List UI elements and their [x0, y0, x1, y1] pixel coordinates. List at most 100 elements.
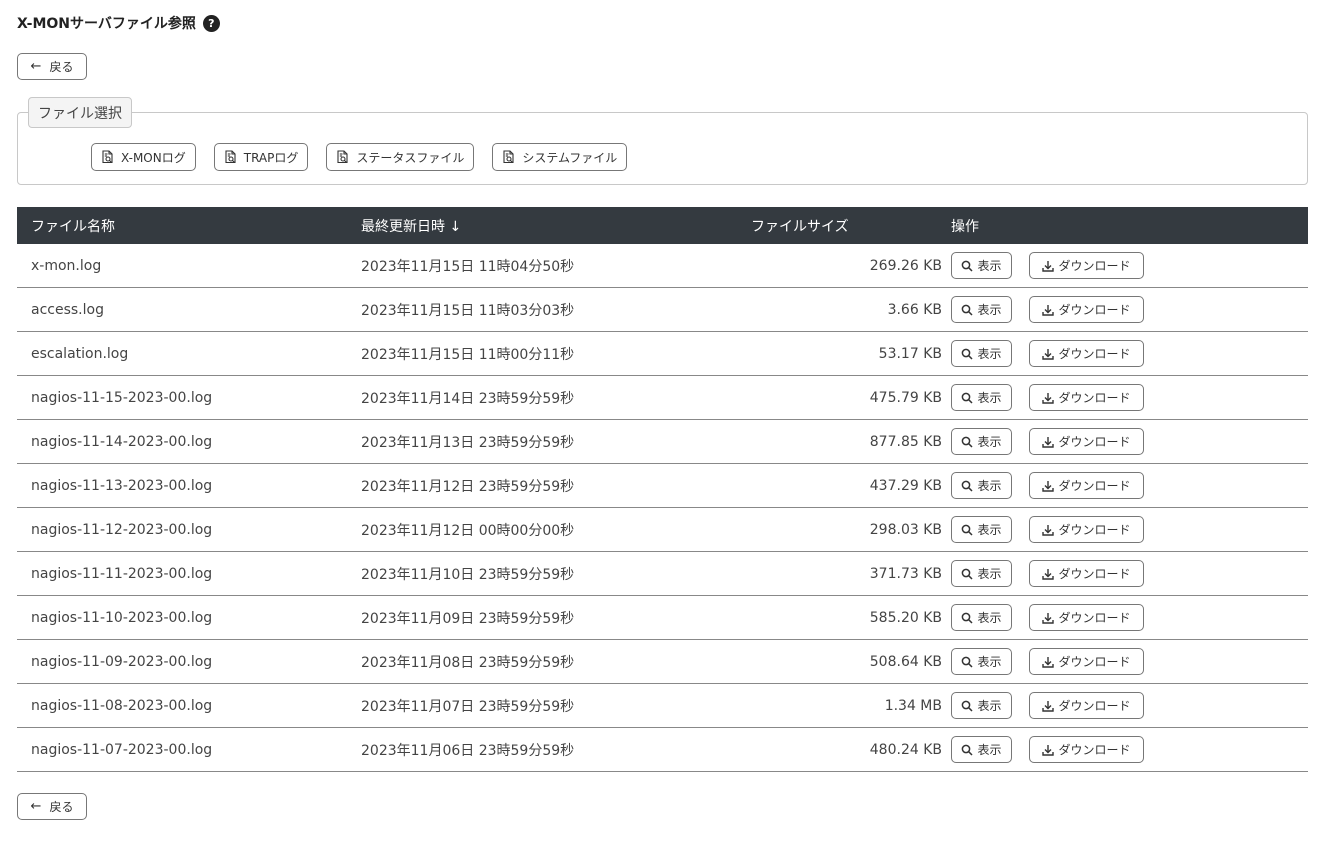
view-button[interactable]: 表示 — [951, 384, 1012, 411]
table-body: x-mon.log 2023年11月15日 11時04分50秒 269.26 KB 表… — [17, 244, 1308, 772]
view-button[interactable]: 表示 — [951, 428, 1012, 455]
download-button-label: ダウンロード — [1058, 611, 1131, 625]
header-file-size[interactable]: ファイルサイズ — [751, 207, 849, 244]
table-header: ファイル名称 最終更新日時 ↓ ファイルサイズ 操作 — [17, 207, 1308, 244]
file-select-button-0[interactable]: X-MONログ — [91, 143, 196, 171]
document-search-icon — [502, 150, 522, 164]
download-button-label: ダウンロード — [1058, 743, 1131, 757]
last-updated-cell: 2023年11月13日 23時59分59秒 — [361, 434, 575, 451]
file-select-button-label: システムファイル — [522, 150, 618, 165]
download-button[interactable]: ダウンロード — [1029, 252, 1144, 279]
help-icon[interactable]: ? — [202, 14, 220, 32]
download-icon — [1042, 656, 1058, 668]
view-button-label: 表示 — [977, 611, 1002, 625]
download-button[interactable]: ダウンロード — [1029, 340, 1144, 367]
file-name-cell: nagios-11-13-2023-00.log — [31, 477, 213, 494]
download-icon — [1042, 480, 1058, 492]
last-updated-cell: 2023年11月06日 23時59分59秒 — [361, 742, 575, 759]
view-button[interactable]: 表示 — [951, 516, 1012, 543]
table-row: nagios-11-10-2023-00.log 2023年11月09日 23時5… — [17, 596, 1308, 640]
table-row: access.log 2023年11月15日 11時03分03秒 3.66 KB 表示… — [17, 288, 1308, 332]
file-select-button-2[interactable]: ステータスファイル — [326, 143, 475, 171]
search-icon — [961, 656, 977, 668]
document-search-icon — [101, 150, 121, 164]
arrow-left-icon: ← — [30, 799, 42, 814]
file-name-cell: nagios-11-14-2023-00.log — [31, 433, 213, 450]
file-size-cell: 371.73 KB — [869, 565, 942, 582]
view-button[interactable]: 表示 — [951, 736, 1012, 763]
download-icon — [1042, 612, 1058, 624]
file-name-cell: nagios-11-09-2023-00.log — [31, 653, 213, 670]
view-button[interactable]: 表示 — [951, 648, 1012, 675]
download-button[interactable]: ダウンロード — [1029, 604, 1144, 631]
file-select-button-label: ステータスファイル — [356, 150, 465, 165]
search-icon — [961, 744, 977, 756]
download-button[interactable]: ダウンロード — [1029, 428, 1144, 455]
download-button[interactable]: ダウンロード — [1029, 384, 1144, 411]
view-button[interactable]: 表示 — [951, 296, 1012, 323]
file-name-cell: nagios-11-12-2023-00.log — [31, 521, 213, 538]
file-name-cell: nagios-11-10-2023-00.log — [31, 609, 213, 626]
file-size-cell: 1.34 MB — [884, 697, 942, 714]
download-icon — [1042, 392, 1058, 404]
operations-cell: 表示 ダウンロード — [951, 420, 1144, 463]
document-search-icon — [336, 150, 356, 164]
last-updated-cell: 2023年11月12日 23時59分59秒 — [361, 478, 575, 495]
view-button-label: 表示 — [977, 347, 1002, 361]
file-size-cell: 475.79 KB — [869, 389, 942, 406]
view-button-label: 表示 — [977, 303, 1002, 317]
back-button-bottom[interactable]: ← 戻る — [17, 793, 87, 820]
file-name-cell: x-mon.log — [31, 257, 102, 274]
last-updated-cell: 2023年11月08日 23時59分59秒 — [361, 654, 575, 671]
download-button[interactable]: ダウンロード — [1029, 516, 1144, 543]
download-button[interactable]: ダウンロード — [1029, 736, 1144, 763]
operations-cell: 表示 ダウンロード — [951, 288, 1144, 331]
view-button-label: 表示 — [977, 655, 1002, 669]
last-updated-cell: 2023年11月09日 23時59分59秒 — [361, 610, 575, 627]
file-select-button-3[interactable]: システムファイル — [492, 143, 628, 171]
download-button[interactable]: ダウンロード — [1029, 472, 1144, 499]
download-button[interactable]: ダウンロード — [1029, 648, 1144, 675]
search-icon — [961, 348, 977, 360]
download-button-label: ダウンロード — [1058, 303, 1131, 317]
view-button[interactable]: 表示 — [951, 252, 1012, 279]
file-size-cell: 53.17 KB — [878, 345, 942, 362]
view-button[interactable]: 表示 — [951, 472, 1012, 499]
operations-cell: 表示 ダウンロード — [951, 640, 1144, 683]
file-selection-buttons: X-MONログ TRAPログ ステータスファイル システムファイル — [91, 143, 645, 171]
file-selection-legend: ファイル選択 — [28, 97, 132, 128]
download-icon — [1042, 744, 1058, 756]
view-button-label: 表示 — [977, 479, 1002, 493]
header-file-name[interactable]: ファイル名称 — [31, 207, 115, 244]
table-row: nagios-11-12-2023-00.log 2023年11月12日 00時0… — [17, 508, 1308, 552]
operations-cell: 表示 ダウンロード — [951, 244, 1144, 287]
file-name-cell: access.log — [31, 301, 104, 318]
last-updated-cell: 2023年11月07日 23時59分59秒 — [361, 698, 575, 715]
operations-cell: 表示 ダウンロード — [951, 596, 1144, 639]
view-button[interactable]: 表示 — [951, 604, 1012, 631]
file-select-button-label: TRAPログ — [243, 150, 299, 165]
download-button[interactable]: ダウンロード — [1029, 296, 1144, 323]
file-select-button-1[interactable]: TRAPログ — [213, 143, 309, 171]
view-button[interactable]: 表示 — [951, 560, 1012, 587]
back-button-label: 戻る — [49, 800, 74, 814]
view-button[interactable]: 表示 — [951, 692, 1012, 719]
download-button-label: ダウンロード — [1058, 391, 1131, 405]
file-name-cell: escalation.log — [31, 345, 129, 362]
back-button-top[interactable]: ← 戻る — [17, 53, 87, 80]
file-name-cell: nagios-11-15-2023-00.log — [31, 389, 213, 406]
view-button-label: 表示 — [977, 699, 1002, 713]
download-icon — [1042, 348, 1058, 360]
download-button[interactable]: ダウンロード — [1029, 560, 1144, 587]
file-name-cell: nagios-11-08-2023-00.log — [31, 697, 213, 714]
download-icon — [1042, 700, 1058, 712]
search-icon — [961, 524, 977, 536]
operations-cell: 表示 ダウンロード — [951, 508, 1144, 551]
download-button-label: ダウンロード — [1058, 259, 1131, 273]
file-size-cell: 480.24 KB — [869, 741, 942, 758]
table-row: nagios-11-15-2023-00.log 2023年11月14日 23時5… — [17, 376, 1308, 420]
header-last-updated[interactable]: 最終更新日時 ↓ — [361, 207, 461, 244]
download-button[interactable]: ダウンロード — [1029, 692, 1144, 719]
view-button[interactable]: 表示 — [951, 340, 1012, 367]
operations-cell: 表示 ダウンロード — [951, 332, 1144, 375]
